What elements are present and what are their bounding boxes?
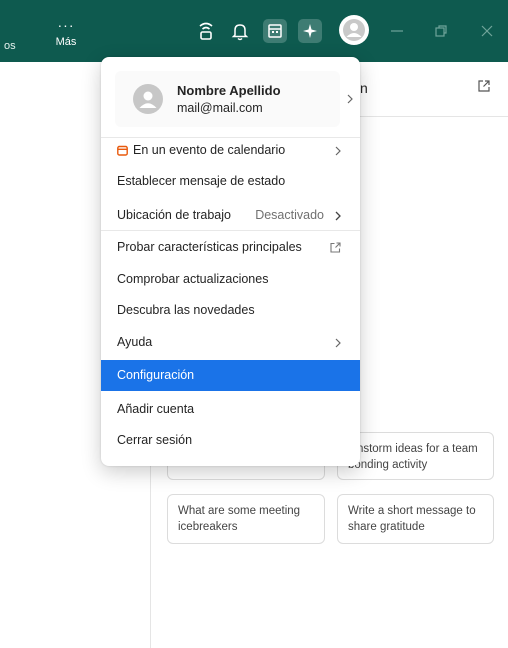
broadcast-icon[interactable] (195, 20, 217, 42)
prompt-card-text: ainstorm ideas for a team bonding activi… (348, 443, 478, 471)
chevron-right-icon (335, 338, 341, 348)
title-bar: os ··· Más (0, 0, 508, 62)
work-location-value: Desactivado (255, 208, 324, 222)
copilot-button[interactable] (298, 19, 322, 43)
profile-card[interactable]: Nombre Apellido mail@mail.com (115, 71, 353, 127)
open-external-icon (330, 242, 341, 253)
chevron-right-icon (347, 94, 353, 104)
menu-item-sign-out[interactable]: Cerrar sesión (101, 425, 360, 456)
prompt-card-text: Write a short message to share gratitude (348, 505, 476, 533)
menu-item-check-updates[interactable]: Comprobar actualizaciones (101, 264, 360, 295)
menu-item-label: Añadir cuenta (117, 402, 195, 416)
menu-item-settings[interactable]: Configuración (101, 360, 360, 391)
menu-item-label: Descubra las novedades (117, 303, 255, 317)
open-external-icon[interactable] (476, 78, 492, 94)
profile-avatar-button[interactable] (339, 15, 369, 45)
menu-item-try-features[interactable]: Probar características principales (101, 232, 360, 263)
pane-title-fragment: n (360, 80, 368, 96)
nav-item-partial[interactable]: os (4, 40, 16, 52)
menu-item-calendar-event[interactable]: En un evento de calendario (101, 135, 360, 166)
menu-item-label: Comprobar actualizaciones (117, 272, 269, 286)
menu-divider (101, 230, 360, 231)
menu-item-work-location[interactable]: Ubicación de trabajo Desactivado (101, 200, 360, 231)
chevron-right-icon (335, 146, 341, 156)
restore-icon[interactable] (432, 22, 450, 40)
menu-item-label: En un evento de calendario (133, 143, 286, 157)
menu-item-label: Establecer mensaje de estado (117, 174, 286, 188)
prompt-card[interactable]: Write a short message to share gratitude (337, 494, 494, 544)
menu-item-whats-new[interactable]: Descubra las novedades (101, 295, 360, 326)
chevron-right-icon (335, 211, 341, 221)
person-icon (139, 91, 157, 108)
more-icon: ··· (57, 17, 75, 33)
menu-item-label: Cerrar sesión (117, 433, 193, 447)
menu-item-help[interactable]: Ayuda (101, 327, 360, 358)
menu-item-label: Configuración (117, 368, 195, 382)
sparkle-icon (303, 24, 317, 38)
bell-icon[interactable] (229, 20, 251, 42)
more-button[interactable]: ··· Más (52, 17, 80, 48)
avatar-icon (343, 19, 365, 41)
profile-name: Nombre Apellido (177, 83, 281, 98)
avatar (133, 84, 163, 114)
calendar-status-icon (117, 145, 128, 156)
minimize-icon[interactable] (388, 22, 406, 40)
more-label: Más (55, 36, 77, 48)
menu-item-label: Ayuda (117, 335, 153, 349)
prompt-card[interactable]: What are some meeting icebreakers (167, 494, 325, 544)
menu-item-add-account[interactable]: Añadir cuenta (101, 394, 360, 425)
profile-email: mail@mail.com (177, 101, 263, 115)
profile-menu: Nombre Apellido mail@mail.com En un even… (101, 57, 360, 466)
prompt-card[interactable]: ainstorm ideas for a team bonding activi… (337, 432, 494, 480)
menu-item-label: Ubicación de trabajo (117, 208, 231, 222)
calendar-app-button[interactable] (263, 19, 287, 43)
menu-item-label: Probar características principales (117, 240, 302, 254)
menu-item-status-message[interactable]: Establecer mensaje de estado (101, 166, 360, 197)
calendar-icon (268, 24, 282, 38)
prompt-card-text: What are some meeting icebreakers (178, 505, 301, 533)
close-icon[interactable] (478, 22, 496, 40)
